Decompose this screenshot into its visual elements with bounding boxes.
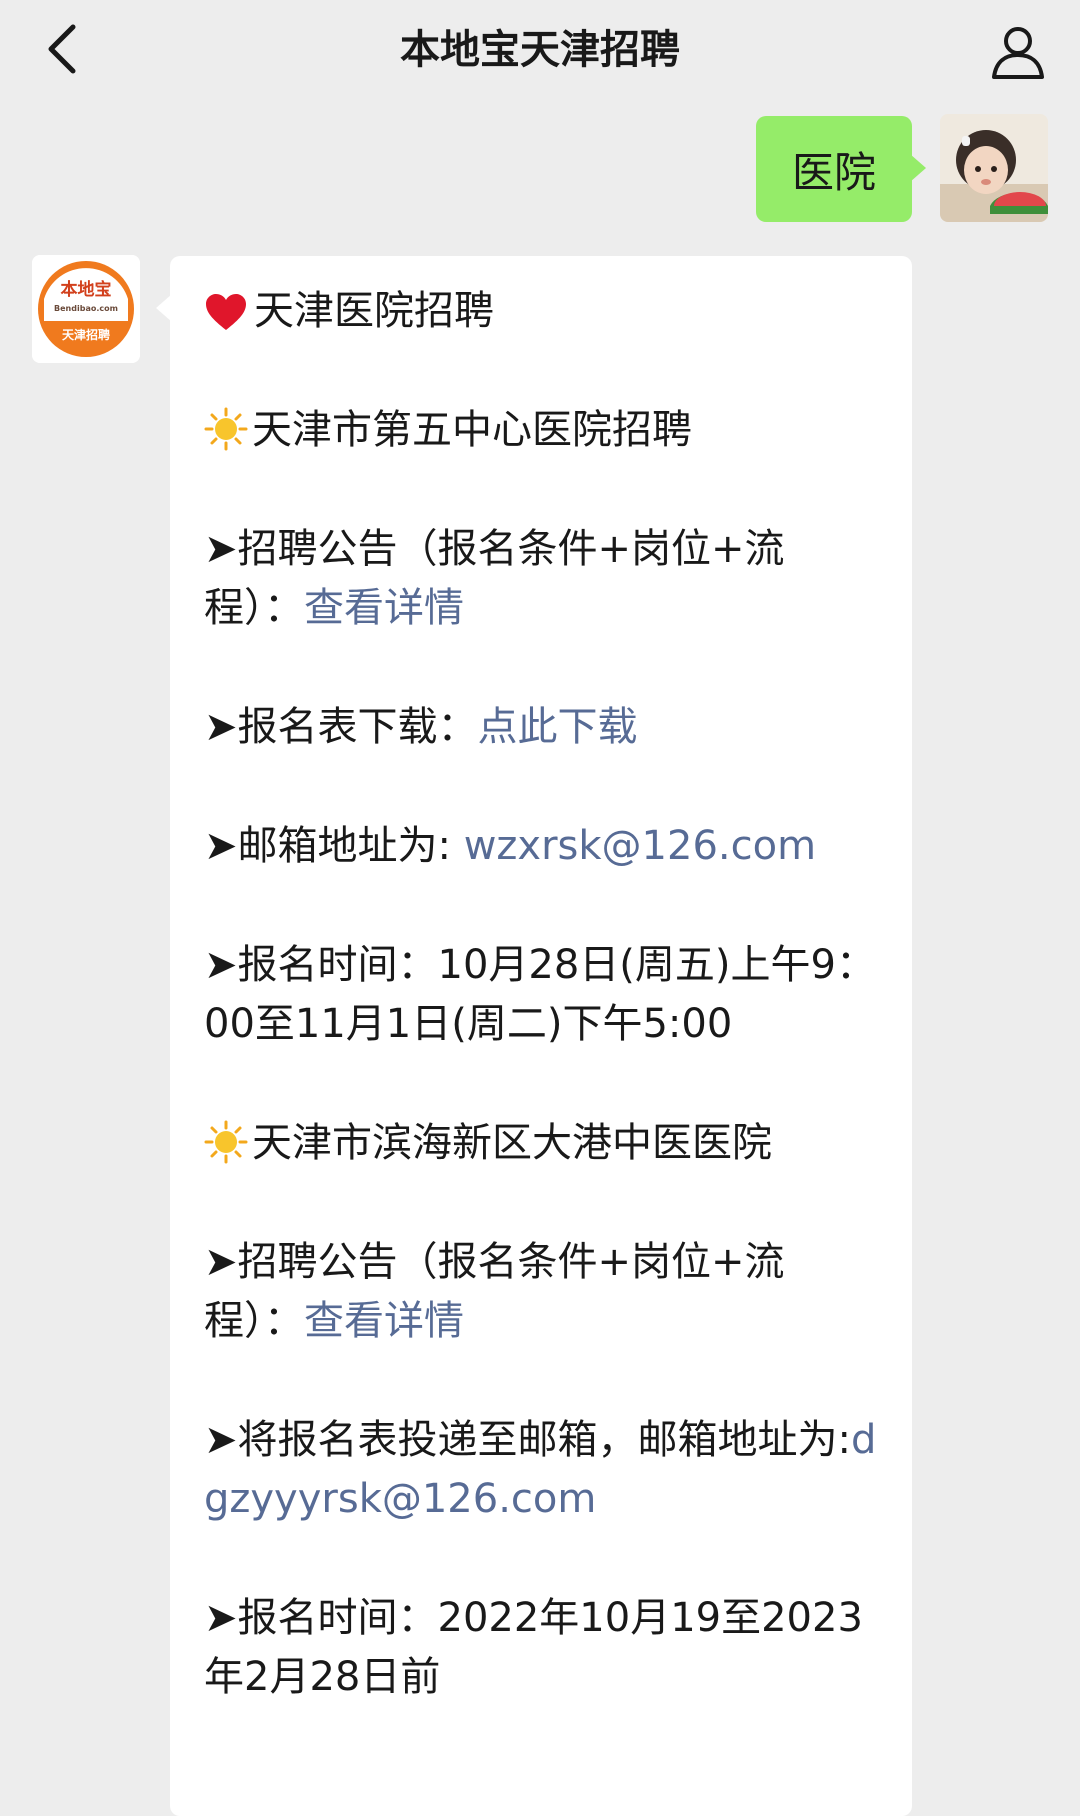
- bullet-arrow: ➤: [204, 526, 238, 572]
- top-bar: 本地宝天津招聘: [0, 0, 1080, 102]
- sun-icon: [204, 407, 248, 451]
- incoming-message-bubble[interactable]: 天津医院招聘 天津市第五中心医院招聘 ➤招聘公告（报名条件+岗位+流程）：查看详…: [156, 256, 912, 1816]
- heading-text: 天津医院招聘: [254, 288, 494, 334]
- notice-label: 招聘公告（报名条件+岗位+流程）：: [204, 1239, 785, 1344]
- hospital-1-name-text: 天津市第五中心医院招聘: [252, 407, 692, 453]
- bullet-arrow: ➤: [204, 1595, 238, 1641]
- email-label: 将报名表投递至邮箱，邮箱地址为:: [237, 1417, 851, 1463]
- form-label: 报名表下载：: [237, 704, 478, 750]
- message-heading: 天津医院招聘: [204, 282, 882, 341]
- user-avatar-photo: [940, 114, 1048, 222]
- hospital-1-notice: ➤招聘公告（报名条件+岗位+流程）：查看详情: [204, 520, 882, 638]
- user-avatar[interactable]: [940, 114, 1048, 222]
- bullet-arrow: ➤: [204, 1239, 238, 1285]
- hospital-1-name: 天津市第五中心医院招聘: [204, 401, 882, 460]
- hospital-2-name-text: 天津市滨海新区大港中医医院: [252, 1120, 772, 1166]
- notice-link[interactable]: 查看详情: [304, 585, 464, 631]
- download-link[interactable]: 点此下载: [478, 704, 638, 750]
- profile-button[interactable]: [980, 14, 1056, 90]
- bullet-arrow: ➤: [204, 942, 238, 988]
- back-button[interactable]: [28, 14, 98, 84]
- hospital-2-notice: ➤招聘公告（报名条件+岗位+流程）：查看详情: [204, 1233, 882, 1351]
- email-label: 邮箱地址为:: [237, 823, 451, 869]
- time-text: 报名时间：10月28日(周五)上午9：00至11月1日(周二)下午5:00: [204, 942, 876, 1047]
- hospital-1-time: ➤报名时间：10月28日(周五)上午9：00至11月1日(周二)下午5:00: [204, 936, 882, 1054]
- hospital-2-name: 天津市滨海新区大港中医医院: [204, 1114, 882, 1173]
- hospital-1-email: ➤邮箱地址为: wzxrsk@126.com: [204, 817, 882, 876]
- sun-icon: [204, 1120, 248, 1164]
- heart-icon: [206, 294, 246, 330]
- notice-label: 招聘公告（报名条件+岗位+流程）：: [204, 526, 785, 631]
- bullet-arrow: ➤: [204, 823, 238, 869]
- outgoing-message-bubble[interactable]: 医院: [755, 116, 927, 222]
- hospital-2-email: ➤将报名表投递至邮箱，邮箱地址为:dgzyyyrsk@126.com: [204, 1411, 882, 1529]
- hospital-2-time: ➤报名时间：2022年10月19至2023年2月28日前: [204, 1589, 882, 1707]
- svg-text:Bendibao.com: Bendibao.com: [54, 304, 118, 313]
- notice-link[interactable]: 查看详情: [304, 1298, 464, 1344]
- bullet-arrow: ➤: [204, 704, 238, 750]
- email-link[interactable]: wzxrsk@126.com: [464, 823, 816, 869]
- bullet-arrow: ➤: [204, 1417, 238, 1463]
- svg-text:本地宝: 本地宝: [61, 279, 112, 300]
- bendibao-logo: 本地宝 Bendibao.com 天津招聘: [32, 255, 140, 363]
- chevron-left-icon: [48, 24, 76, 74]
- bot-avatar[interactable]: 本地宝 Bendibao.com 天津招聘: [32, 255, 140, 363]
- time-text: 报名时间：2022年10月19至2023年2月28日前: [204, 1595, 863, 1700]
- svg-text:天津招聘: 天津招聘: [62, 327, 110, 342]
- chat-title: 本地宝天津招聘: [400, 27, 680, 73]
- hospital-1-form: ➤报名表下载：点此下载: [204, 698, 882, 757]
- person-icon: [992, 27, 1044, 79]
